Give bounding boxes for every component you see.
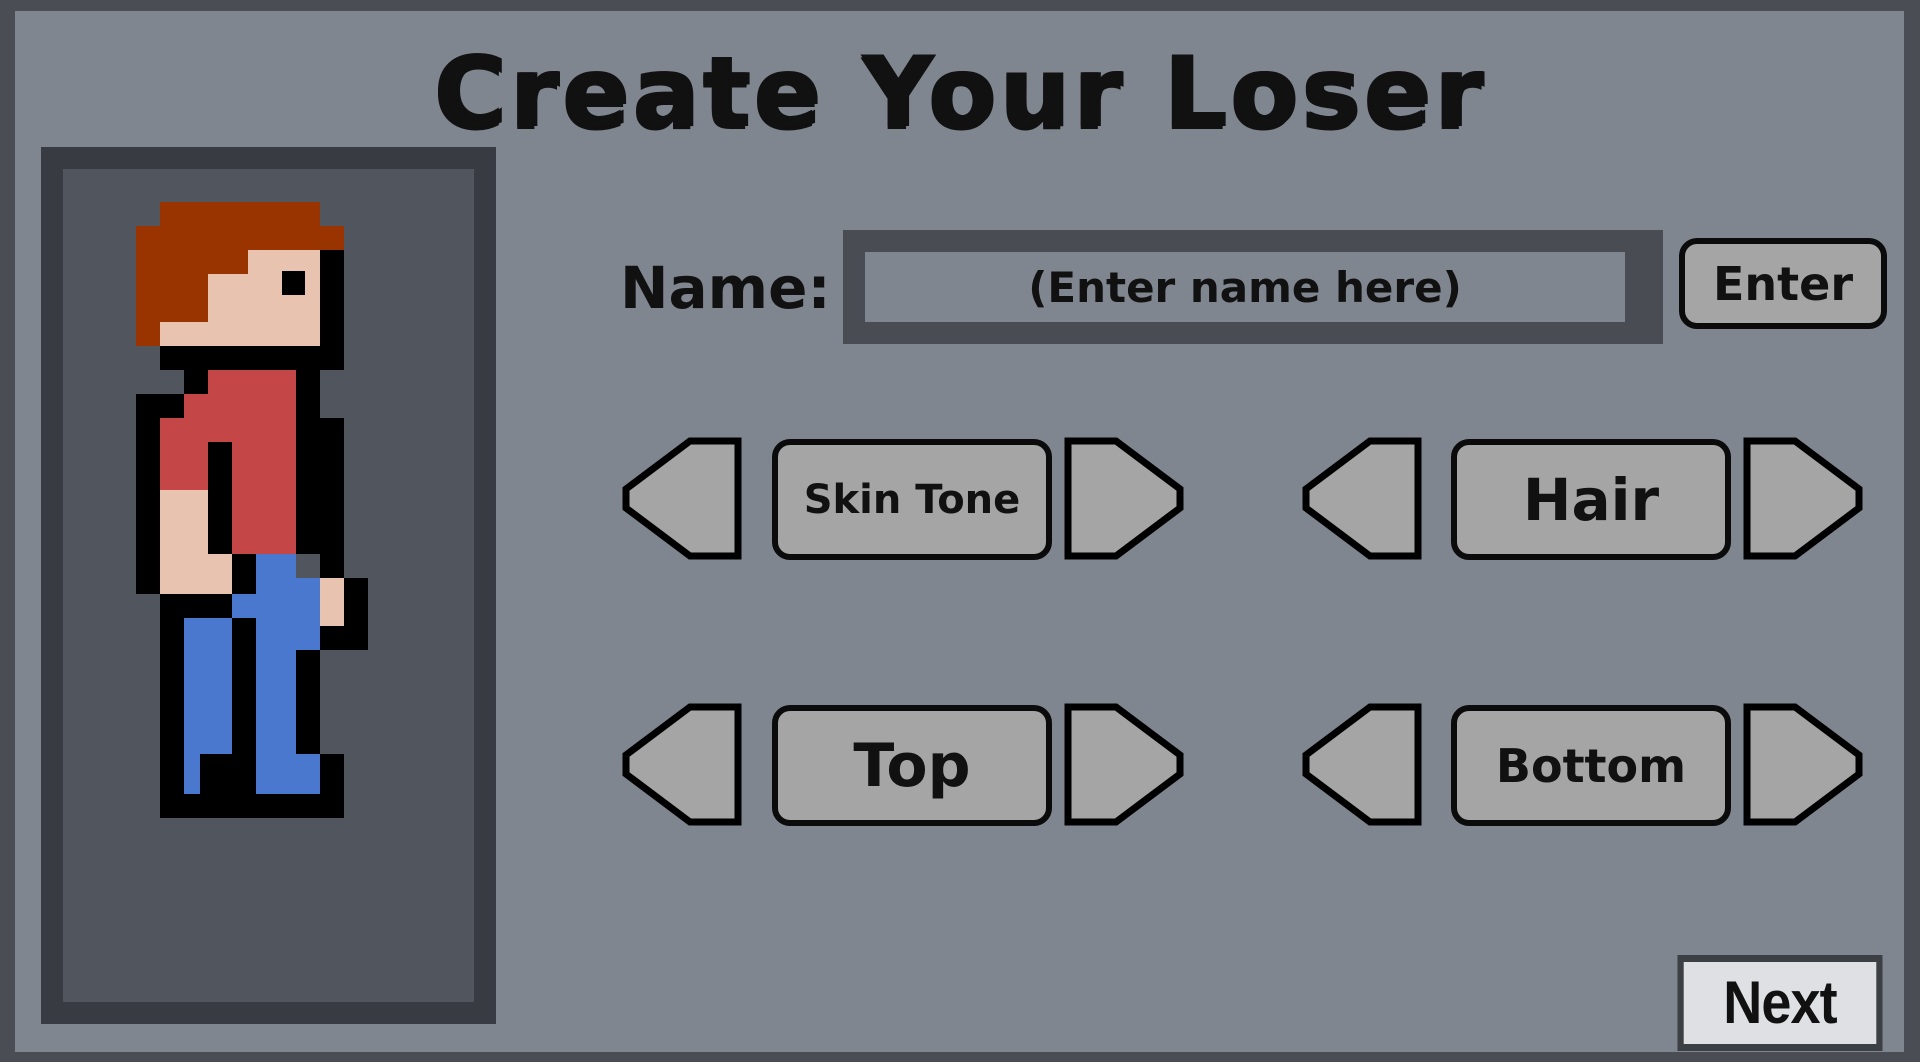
bottom-prev-arrow-icon[interactable]	[1300, 703, 1422, 826]
next-button[interactable]: Next	[1677, 955, 1883, 1051]
top-next-arrow-icon[interactable]	[1064, 703, 1186, 826]
hair-label-button[interactable]: Hair	[1451, 439, 1731, 560]
name-field-frame	[843, 230, 1663, 344]
hair-next-arrow-icon[interactable]	[1743, 437, 1865, 560]
character-preview-panel	[41, 147, 496, 1024]
skin-tone-prev-arrow-icon[interactable]	[620, 437, 742, 560]
character-creator-screen: Create Your Loser Name: (Enter name here…	[15, 11, 1904, 1052]
bottom-next-arrow-icon[interactable]	[1743, 703, 1865, 826]
enter-button[interactable]: Enter	[1679, 238, 1887, 329]
character-top	[208, 370, 296, 394]
character-eye	[282, 271, 305, 295]
bottom-label-button[interactable]: Bottom	[1451, 705, 1731, 826]
skin-tone-label-button[interactable]: Skin Tone	[772, 439, 1052, 560]
character-preview-area	[63, 169, 474, 1002]
character-bottom	[256, 554, 296, 578]
skin-tone-next-arrow-icon[interactable]	[1064, 437, 1186, 560]
top-prev-arrow-icon[interactable]	[620, 703, 742, 826]
character-sprite	[136, 202, 368, 818]
name-input[interactable]	[865, 252, 1625, 322]
hair-prev-arrow-icon[interactable]	[1300, 437, 1422, 560]
screen-title: Create Your Loser	[433, 36, 1486, 150]
character-face	[248, 250, 321, 274]
name-label: Name:	[620, 254, 831, 322]
top-label-button[interactable]: Top	[772, 705, 1052, 826]
character-hair	[160, 202, 320, 226]
